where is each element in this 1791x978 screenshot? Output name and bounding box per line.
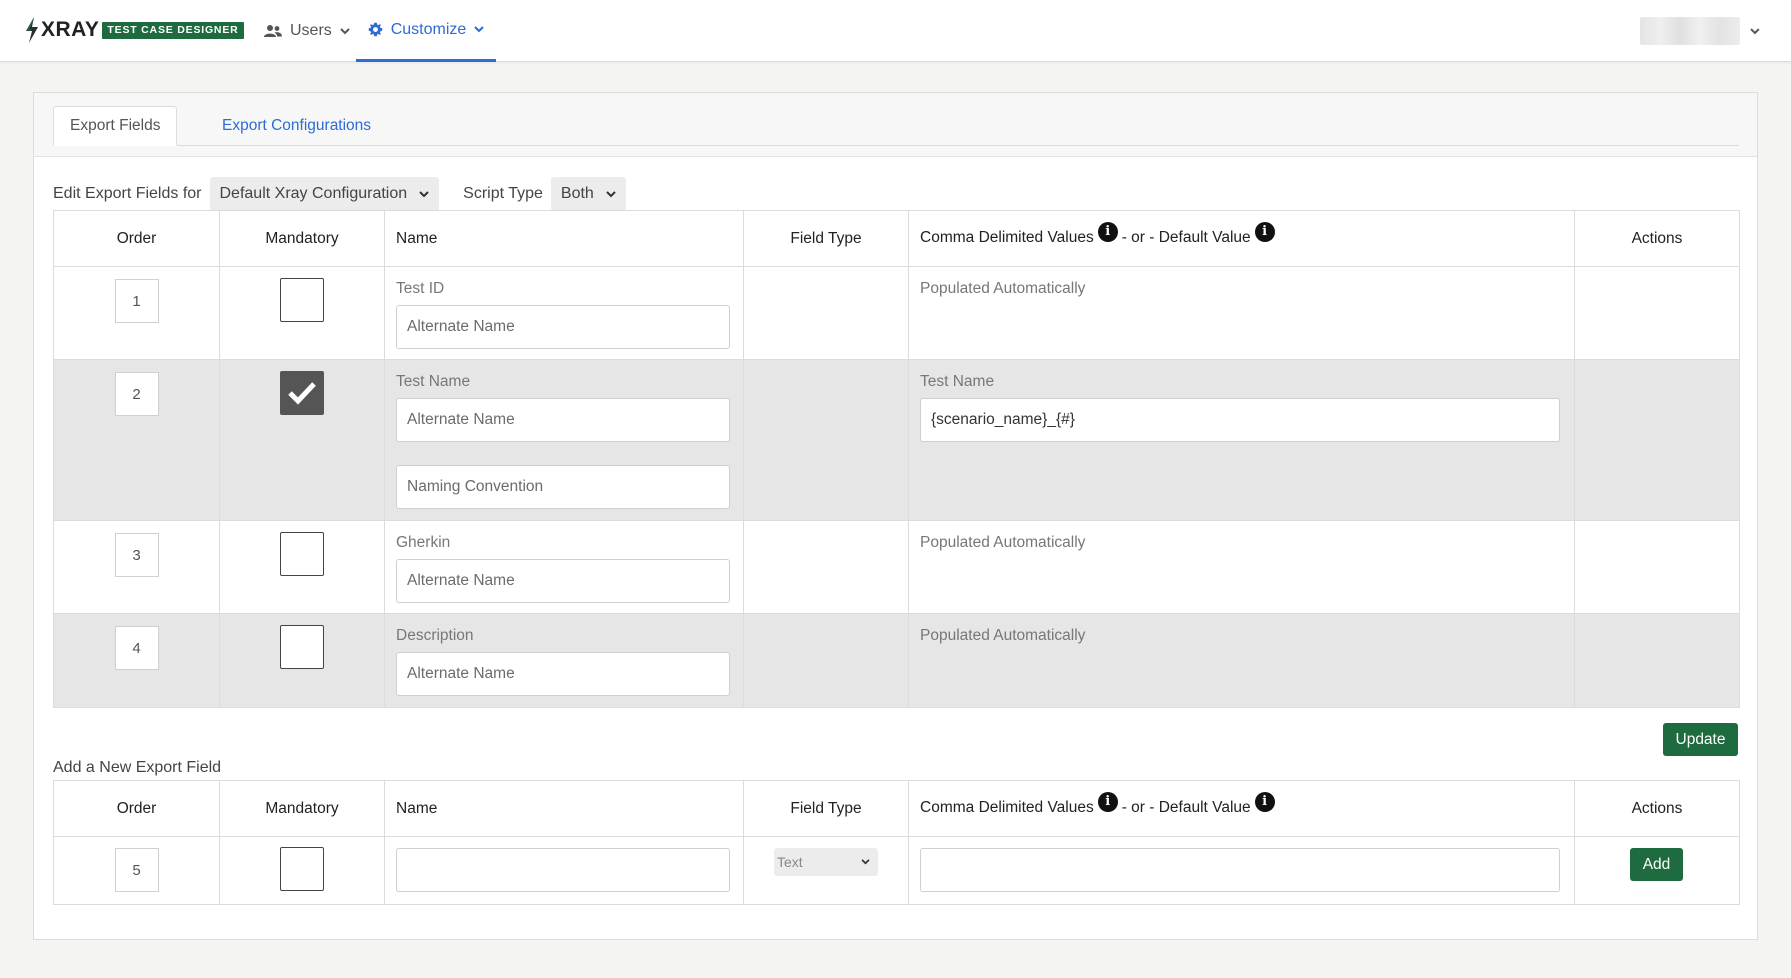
logo-text: XRAY (41, 18, 100, 41)
nav-users[interactable]: Users (264, 0, 350, 62)
table-row: 4 Description Populated Automatically (53, 613, 1740, 708)
app-logo[interactable]: XRAY TEST CASE DESIGNER (24, 16, 244, 44)
header-actions: Actions (1574, 210, 1740, 267)
table-header-row: Order Mandatory Name Field Type Comma De… (53, 210, 1740, 267)
chevron-down-icon (340, 27, 350, 34)
populated-automatically-text: Populated Automatically (920, 627, 1086, 644)
edit-fields-label: Edit Export Fields for (53, 185, 202, 202)
field-type-value: Text (777, 854, 803, 870)
default-value-input[interactable] (920, 398, 1560, 442)
header-field-type: Field Type (743, 210, 909, 267)
top-navbar: XRAY TEST CASE DESIGNER Users Customize (0, 0, 1791, 62)
chevron-down-icon (1750, 27, 1760, 34)
alternate-name-input[interactable] (396, 398, 730, 442)
table-row: 3 Gherkin Populated Automatically (53, 520, 1740, 614)
field-name: Test Name (396, 373, 471, 390)
actions-cell (1574, 359, 1740, 521)
chevron-down-icon (419, 190, 429, 197)
order-box[interactable]: 2 (114, 372, 159, 416)
nav-customize-label: Customize (390, 20, 467, 38)
chevron-down-icon (474, 26, 484, 33)
chevron-down-icon (606, 190, 616, 197)
filter-row: Edit Export Fields for Default Xray Conf… (53, 177, 626, 211)
order-box[interactable]: 4 (114, 626, 159, 670)
nav-customize[interactable]: Customize (356, 0, 496, 62)
checkmark-icon (288, 382, 316, 405)
field-type-select[interactable]: Text (774, 848, 878, 876)
configuration-select[interactable]: Default Xray Configuration (209, 177, 440, 211)
header-order: Order (53, 210, 220, 267)
actions-cell: Add (1574, 836, 1740, 905)
new-field-name-input[interactable] (396, 848, 730, 892)
header-actions: Actions (1574, 780, 1740, 837)
header-values: Comma Delimited Values i - or - Default Va… (908, 780, 1575, 837)
user-menu[interactable] (1640, 16, 1760, 46)
default-value-label: Test Name (920, 373, 995, 390)
update-button[interactable]: Update (1663, 723, 1738, 756)
field-type-cell (743, 266, 909, 360)
order-box[interactable]: 5 (114, 848, 159, 892)
header-order: Order (53, 780, 220, 837)
gear-icon (368, 22, 382, 37)
script-type-select[interactable]: Both (550, 177, 626, 211)
mandatory-checkbox[interactable] (280, 625, 324, 669)
alternate-name-input[interactable] (396, 559, 730, 603)
configuration-value: Default Xray Configuration (219, 185, 408, 202)
populated-automatically-text: Populated Automatically (920, 534, 1086, 551)
add-button[interactable]: Add (1630, 848, 1683, 881)
logo-badge: TEST CASE DESIGNER (102, 21, 244, 39)
field-type-cell (743, 613, 909, 708)
field-name: Gherkin (396, 534, 451, 551)
tab-export-configurations[interactable]: Export Configurations (206, 106, 387, 146)
info-icon[interactable]: i (1097, 791, 1118, 812)
users-icon (264, 25, 282, 37)
header-field-type: Field Type (743, 780, 909, 837)
script-type-value: Both (560, 185, 594, 202)
header-default-text: - or - Default Value (1121, 798, 1251, 816)
naming-convention-input[interactable] (396, 465, 730, 509)
field-type-cell (743, 359, 909, 521)
field-name: Test ID (396, 280, 445, 297)
nav-users-label: Users (290, 22, 332, 39)
table-row: 2 Test Name Test Name (53, 359, 1740, 521)
header-default-text: - or - Default Value (1121, 228, 1251, 246)
table-row: 5 Text Add (53, 836, 1740, 905)
header-values: Comma Delimited Values i - or - Default Va… (908, 210, 1575, 267)
mandatory-checkbox[interactable] (280, 532, 324, 576)
header-name: Name (384, 780, 744, 837)
order-box[interactable]: 3 (114, 533, 159, 577)
chevron-down-icon (861, 859, 870, 865)
avatar (1640, 17, 1741, 45)
mandatory-checkbox[interactable] (280, 371, 324, 415)
header-mandatory: Mandatory (219, 780, 385, 837)
header-mandatory: Mandatory (219, 210, 385, 267)
table-header-row: Order Mandatory Name Field Type Comma De… (53, 780, 1740, 837)
new-field-table: Order Mandatory Name Field Type Comma De… (53, 780, 1740, 905)
actions-cell (1574, 266, 1740, 360)
info-icon[interactable]: i (1254, 791, 1275, 812)
header-name: Name (384, 210, 744, 267)
actions-cell (1574, 613, 1740, 708)
field-name: Description (396, 627, 474, 644)
order-box[interactable]: 1 (114, 279, 159, 323)
mandatory-checkbox[interactable] (280, 278, 324, 322)
new-field-values-input[interactable] (920, 848, 1560, 892)
actions-cell (1574, 520, 1740, 614)
script-type-label: Script Type (463, 185, 543, 202)
bolt-icon (26, 17, 38, 43)
tab-export-fields[interactable]: Export Fields (53, 106, 178, 146)
header-values-text: Comma Delimited Values (920, 228, 1094, 246)
field-type-cell (743, 520, 909, 614)
new-field-title: Add a New Export Field (53, 759, 222, 776)
table-row: 1 Test ID Populated Automatically (53, 266, 1740, 360)
populated-automatically-text: Populated Automatically (920, 280, 1086, 297)
info-icon[interactable]: i (1254, 221, 1275, 242)
info-icon[interactable]: i (1097, 221, 1118, 242)
mandatory-checkbox[interactable] (280, 847, 324, 891)
alternate-name-input[interactable] (396, 305, 730, 349)
header-values-text: Comma Delimited Values (920, 798, 1094, 816)
export-fields-card: Export Fields Export Configurations Edit… (33, 92, 1758, 940)
alternate-name-input[interactable] (396, 652, 730, 696)
export-fields-table: Order Mandatory Name Field Type Comma De… (53, 210, 1740, 708)
